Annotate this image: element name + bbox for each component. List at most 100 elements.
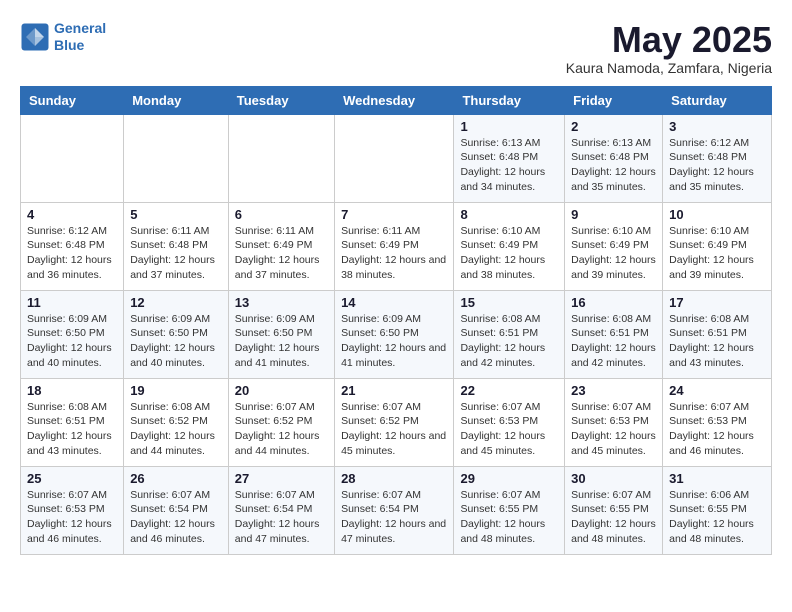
day-number: 12 bbox=[130, 295, 222, 310]
day-number: 3 bbox=[669, 119, 765, 134]
day-number: 5 bbox=[130, 207, 222, 222]
day-info: Sunrise: 6:08 AMSunset: 6:51 PMDaylight:… bbox=[27, 400, 117, 459]
calendar-cell: 11Sunrise: 6:09 AMSunset: 6:50 PMDayligh… bbox=[21, 290, 124, 378]
day-number: 9 bbox=[571, 207, 656, 222]
calendar-cell: 25Sunrise: 6:07 AMSunset: 6:53 PMDayligh… bbox=[21, 466, 124, 554]
day-number: 28 bbox=[341, 471, 447, 486]
week-row-5: 25Sunrise: 6:07 AMSunset: 6:53 PMDayligh… bbox=[21, 466, 772, 554]
day-number: 22 bbox=[460, 383, 558, 398]
calendar-cell: 22 Sunrise: 6:07 AMSunset: 6:53 PMDayligh… bbox=[454, 378, 565, 466]
day-number: 14 bbox=[341, 295, 447, 310]
day-info: Sunrise: 6:08 AMSunset: 6:52 PMDaylight:… bbox=[130, 400, 222, 459]
day-info: Sunrise: 6:10 AMSunset: 6:49 PMDaylight:… bbox=[460, 224, 558, 283]
day-number: 21 bbox=[341, 383, 447, 398]
calendar-table: SundayMondayTuesdayWednesdayThursdayFrid… bbox=[20, 86, 772, 555]
day-number: 19 bbox=[130, 383, 222, 398]
day-info: Sunrise: 6:07 AMSunset: 6:54 PMDaylight:… bbox=[235, 488, 328, 547]
calendar-cell: 1 Sunrise: 6:13 AMSunset: 6:48 PMDaylight… bbox=[454, 114, 565, 202]
day-number: 2 bbox=[571, 119, 656, 134]
day-number: 13 bbox=[235, 295, 328, 310]
day-number: 30 bbox=[571, 471, 656, 486]
calendar-cell: 8 Sunrise: 6:10 AMSunset: 6:49 PMDaylight… bbox=[454, 202, 565, 290]
calendar-cell: 21 Sunrise: 6:07 AMSunset: 6:52 PMDayligh… bbox=[335, 378, 454, 466]
month-title: May 2025 bbox=[566, 20, 772, 60]
day-info: Sunrise: 6:09 AMSunset: 6:50 PMDaylight:… bbox=[235, 312, 328, 371]
page-header: General Blue May 2025 Kaura Namoda, Zamf… bbox=[20, 20, 772, 76]
weekday-header-monday: Monday bbox=[124, 86, 229, 114]
calendar-cell bbox=[124, 114, 229, 202]
calendar-cell: 29Sunrise: 6:07 AMSunset: 6:55 PMDayligh… bbox=[454, 466, 565, 554]
calendar-cell: 2 Sunrise: 6:13 AMSunset: 6:48 PMDaylight… bbox=[565, 114, 663, 202]
calendar-cell: 17 Sunrise: 6:08 AMSunset: 6:51 PMDayligh… bbox=[663, 290, 772, 378]
week-row-3: 11 Sunrise: 6:09 AMSunset: 6:50 PMDayligh… bbox=[21, 290, 772, 378]
weekday-header-row: SundayMondayTuesdayWednesdayThursdayFrid… bbox=[21, 86, 772, 114]
day-info: Sunrise: 6:07 AMSunset: 6:53 PMDaylight:… bbox=[27, 488, 117, 547]
weekday-header-sunday: Sunday bbox=[21, 86, 124, 114]
calendar-cell: 9 Sunrise: 6:10 AMSunset: 6:49 PMDaylight… bbox=[565, 202, 663, 290]
day-number: 6 bbox=[235, 207, 328, 222]
calendar-cell: 18 Sunrise: 6:08 AMSunset: 6:51 PMDayligh… bbox=[21, 378, 124, 466]
day-number: 4 bbox=[27, 207, 117, 222]
location: Kaura Namoda, Zamfara, Nigeria bbox=[566, 60, 772, 76]
week-row-4: 18 Sunrise: 6:08 AMSunset: 6:51 PMDayligh… bbox=[21, 378, 772, 466]
day-number: 18 bbox=[27, 383, 117, 398]
day-info: Sunrise: 6:07 AMSunset: 6:52 PMDaylight:… bbox=[341, 400, 447, 459]
day-info: Sunrise: 6:11 AMSunset: 6:48 PMDaylight:… bbox=[130, 224, 222, 283]
logo: General Blue bbox=[20, 20, 106, 54]
day-info: Sunrise: 6:07 AMSunset: 6:54 PMDaylight:… bbox=[130, 488, 222, 547]
day-number: 24 bbox=[669, 383, 765, 398]
day-info: Sunrise: 6:07 AMSunset: 6:53 PMDaylight:… bbox=[669, 400, 765, 459]
weekday-header-saturday: Saturday bbox=[663, 86, 772, 114]
day-number: 17 bbox=[669, 295, 765, 310]
calendar-cell: 23 Sunrise: 6:07 AMSunset: 6:53 PMDayligh… bbox=[565, 378, 663, 466]
day-number: 10 bbox=[669, 207, 765, 222]
day-number: 26 bbox=[130, 471, 222, 486]
calendar-cell: 26 Sunrise: 6:07 AMSunset: 6:54 PMDayligh… bbox=[124, 466, 229, 554]
calendar-cell: 7Sunrise: 6:11 AMSunset: 6:49 PMDaylight… bbox=[335, 202, 454, 290]
day-info: Sunrise: 6:07 AMSunset: 6:54 PMDaylight:… bbox=[341, 488, 447, 547]
day-info: Sunrise: 6:07 AMSunset: 6:53 PMDaylight:… bbox=[571, 400, 656, 459]
day-number: 23 bbox=[571, 383, 656, 398]
calendar-cell: 6Sunrise: 6:11 AMSunset: 6:49 PMDaylight… bbox=[228, 202, 334, 290]
logo-icon bbox=[20, 22, 50, 52]
calendar-cell: 10Sunrise: 6:10 AMSunset: 6:49 PMDayligh… bbox=[663, 202, 772, 290]
weekday-header-tuesday: Tuesday bbox=[228, 86, 334, 114]
day-info: Sunrise: 6:12 AMSunset: 6:48 PMDaylight:… bbox=[669, 136, 765, 195]
day-info: Sunrise: 6:07 AMSunset: 6:52 PMDaylight:… bbox=[235, 400, 328, 459]
calendar-cell: 4 Sunrise: 6:12 AMSunset: 6:48 PMDaylight… bbox=[21, 202, 124, 290]
day-info: Sunrise: 6:13 AMSunset: 6:48 PMDaylight:… bbox=[571, 136, 656, 195]
day-info: Sunrise: 6:08 AMSunset: 6:51 PMDaylight:… bbox=[460, 312, 558, 371]
weekday-header-wednesday: Wednesday bbox=[335, 86, 454, 114]
calendar-cell: 16 Sunrise: 6:08 AMSunset: 6:51 PMDayligh… bbox=[565, 290, 663, 378]
weekday-header-friday: Friday bbox=[565, 86, 663, 114]
day-info: Sunrise: 6:07 AMSunset: 6:55 PMDaylight:… bbox=[571, 488, 656, 547]
day-number: 16 bbox=[571, 295, 656, 310]
calendar-cell: 13 Sunrise: 6:09 AMSunset: 6:50 PMDayligh… bbox=[228, 290, 334, 378]
calendar-cell: 5 Sunrise: 6:11 AMSunset: 6:48 PMDaylight… bbox=[124, 202, 229, 290]
calendar-cell: 30 Sunrise: 6:07 AMSunset: 6:55 PMDayligh… bbox=[565, 466, 663, 554]
day-number: 1 bbox=[460, 119, 558, 134]
day-info: Sunrise: 6:12 AMSunset: 6:48 PMDaylight:… bbox=[27, 224, 117, 283]
calendar-cell: 12Sunrise: 6:09 AMSunset: 6:50 PMDayligh… bbox=[124, 290, 229, 378]
title-block: May 2025 Kaura Namoda, Zamfara, Nigeria bbox=[566, 20, 772, 76]
day-info: Sunrise: 6:11 AMSunset: 6:49 PMDaylight:… bbox=[341, 224, 447, 283]
day-info: Sunrise: 6:08 AMSunset: 6:51 PMDaylight:… bbox=[669, 312, 765, 371]
day-number: 15 bbox=[460, 295, 558, 310]
day-number: 8 bbox=[460, 207, 558, 222]
day-number: 31 bbox=[669, 471, 765, 486]
day-number: 11 bbox=[27, 295, 117, 310]
calendar-cell bbox=[335, 114, 454, 202]
day-info: Sunrise: 6:13 AMSunset: 6:48 PMDaylight:… bbox=[460, 136, 558, 195]
logo-text: General Blue bbox=[54, 20, 106, 54]
day-number: 29 bbox=[460, 471, 558, 486]
day-info: Sunrise: 6:09 AMSunset: 6:50 PMDaylight:… bbox=[341, 312, 447, 371]
day-info: Sunrise: 6:08 AMSunset: 6:51 PMDaylight:… bbox=[571, 312, 656, 371]
calendar-cell: 20Sunrise: 6:07 AMSunset: 6:52 PMDayligh… bbox=[228, 378, 334, 466]
calendar-cell: 19 Sunrise: 6:08 AMSunset: 6:52 PMDayligh… bbox=[124, 378, 229, 466]
day-info: Sunrise: 6:07 AMSunset: 6:53 PMDaylight:… bbox=[460, 400, 558, 459]
calendar-cell bbox=[21, 114, 124, 202]
calendar-cell: 28 Sunrise: 6:07 AMSunset: 6:54 PMDayligh… bbox=[335, 466, 454, 554]
weekday-header-thursday: Thursday bbox=[454, 86, 565, 114]
calendar-cell: 3 Sunrise: 6:12 AMSunset: 6:48 PMDaylight… bbox=[663, 114, 772, 202]
day-info: Sunrise: 6:10 AMSunset: 6:49 PMDaylight:… bbox=[571, 224, 656, 283]
